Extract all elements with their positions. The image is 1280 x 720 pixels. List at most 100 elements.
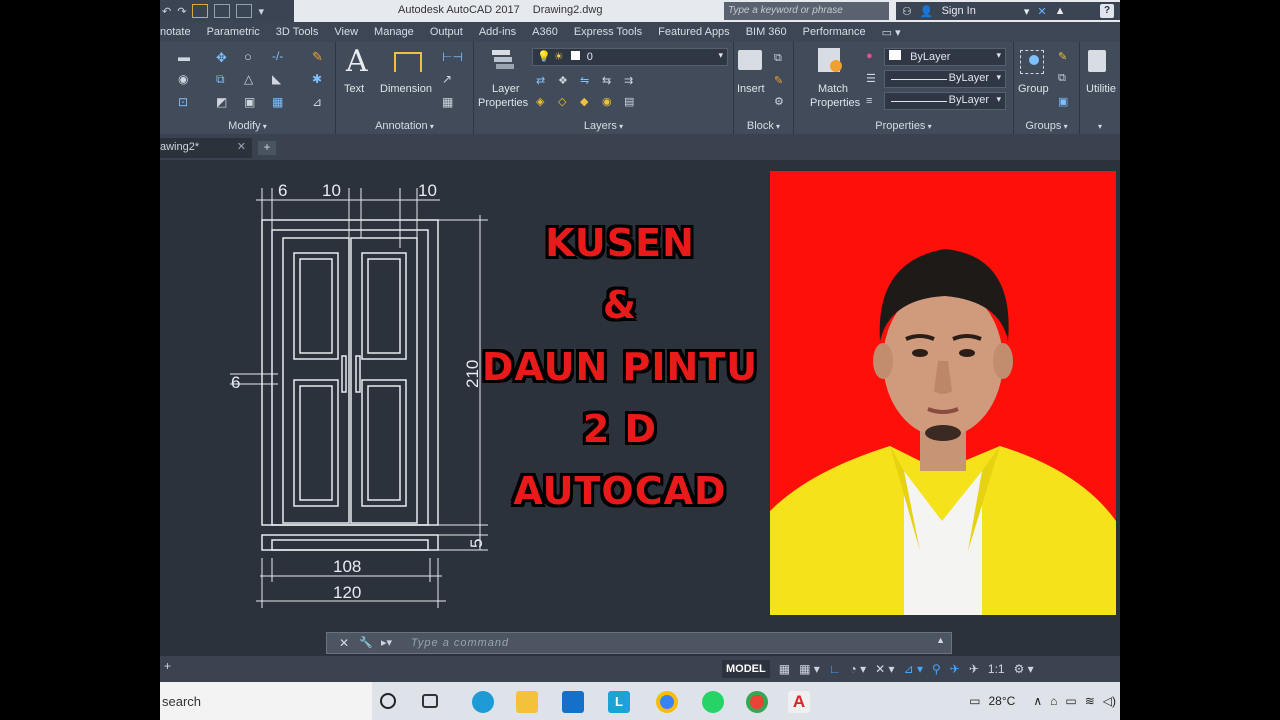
grid-icon[interactable]: ▦ <box>779 662 790 676</box>
layer-properties-label-1[interactable]: Layer <box>492 82 520 96</box>
dimension-icon[interactable] <box>394 52 422 72</box>
tab-manage[interactable]: Manage <box>366 26 422 38</box>
tab-view[interactable]: View <box>326 26 366 38</box>
match-label-1[interactable]: Match <box>818 82 848 96</box>
weather-icon[interactable]: ▭ <box>969 694 980 708</box>
layer-dropdown[interactable]: 💡 ☀ 0 ▾ <box>532 48 728 66</box>
settings-gear-icon[interactable]: ⚙ ▾ <box>1014 662 1034 676</box>
edge-icon[interactable] <box>472 691 494 713</box>
edit-block-icon[interactable]: ✎ <box>774 74 787 87</box>
command-history-icon[interactable]: ▲ <box>936 635 945 645</box>
groups-panel-title[interactable]: Groups <box>1014 120 1079 132</box>
tab-featured-apps[interactable]: Featured Apps <box>650 26 738 38</box>
layer-tool-9-icon[interactable]: ◉ <box>602 95 615 108</box>
task-view-icon[interactable] <box>422 694 438 708</box>
modify-panel-title[interactable]: Modify <box>160 120 335 132</box>
create-block-icon[interactable]: ⧉ <box>774 52 787 64</box>
sign-in-link[interactable]: Sign In <box>942 5 976 17</box>
erase-icon[interactable]: ✎ <box>312 49 325 64</box>
scale-icon[interactable]: ▣ <box>244 95 257 109</box>
workspace-switch-icon[interactable]: ⚲ <box>932 662 941 676</box>
model-space-button[interactable]: MODEL <box>722 660 770 678</box>
block-panel-title[interactable]: Block <box>734 120 793 132</box>
insert-icon[interactable] <box>738 50 762 70</box>
rotate-icon[interactable]: ○ <box>244 49 257 64</box>
lineweight-dropdown[interactable]: ByLayer ▾ <box>884 92 1006 110</box>
linear-dim-icon[interactable]: ⊢⊣ <box>442 50 463 64</box>
layer-tool-7-icon[interactable]: ◇ <box>558 95 571 108</box>
task-view-circle-icon[interactable] <box>380 693 396 709</box>
layer-properties-icon[interactable] <box>492 50 514 72</box>
autocad-taskbar-icon[interactable]: A <box>788 691 810 713</box>
utilities-button-label[interactable]: Utilitie <box>1086 82 1116 96</box>
ribbon-toggle-icon[interactable]: ▭ ▾ <box>874 26 909 39</box>
search-input[interactable]: Type a keyword or phrase <box>724 2 889 20</box>
dimension-button-label[interactable]: Dimension <box>380 82 432 96</box>
annotation-monitor-icon[interactable]: ✈ <box>969 662 979 676</box>
tab-express-tools[interactable]: Express Tools <box>566 26 650 38</box>
tab-annotate[interactable]: notate <box>160 26 199 38</box>
tray-expand-icon[interactable]: ∧ <box>1033 694 1042 708</box>
a360-icon[interactable]: ▲ <box>1055 5 1066 17</box>
stretch-icon[interactable]: ◩ <box>216 95 229 109</box>
lineweight-icon[interactable]: ≡ <box>866 95 879 107</box>
temperature[interactable]: 28°C <box>989 694 1016 708</box>
mail-icon[interactable] <box>562 691 584 713</box>
layer-tool-10-icon[interactable]: ▤ <box>624 95 637 108</box>
wifi-icon[interactable]: ≋ <box>1085 694 1095 708</box>
tab-output[interactable]: Output <box>422 26 471 38</box>
whatsapp-icon[interactable] <box>702 691 724 713</box>
plot-icon[interactable] <box>192 4 209 18</box>
group-icon[interactable] <box>1020 50 1044 74</box>
annotation-scale-icon[interactable]: ⊿ ▾ <box>904 662 923 676</box>
layer-tool-3-icon[interactable]: ⇋ <box>580 74 593 87</box>
undo-icon[interactable]: ↶ <box>162 5 171 18</box>
text-icon[interactable]: A <box>346 44 368 79</box>
move-icon[interactable]: ✥ <box>216 50 229 65</box>
insert-button-label[interactable]: Insert <box>737 82 765 96</box>
group-edit-icon[interactable]: ⧉ <box>1058 72 1071 84</box>
group-select-icon[interactable]: ▣ <box>1058 95 1071 108</box>
tab-add-ins[interactable]: Add-ins <box>471 26 524 38</box>
ortho-icon[interactable]: ∟ <box>829 662 841 676</box>
exchange-icon[interactable]: ✕ <box>1037 5 1046 18</box>
tab-a360[interactable]: A360 <box>524 26 566 38</box>
region-icon[interactable]: ◉ <box>178 72 191 86</box>
tab-bim-360[interactable]: BIM 360 <box>738 26 795 38</box>
layer-tool-6-icon[interactable]: ◈ <box>536 95 549 108</box>
redo-icon[interactable]: ↷ <box>177 5 186 18</box>
workspace-icon[interactable] <box>236 4 253 18</box>
layer-tool-2-icon[interactable]: ❖ <box>558 74 571 87</box>
properties-panel-title[interactable]: Properties <box>794 120 1013 132</box>
qat-dropdown-icon[interactable]: ▾ <box>258 5 264 18</box>
block-attr-icon[interactable]: ⚙ <box>774 95 787 108</box>
group-button-label[interactable]: Group <box>1018 82 1049 96</box>
copy-icon[interactable]: ⧉ <box>216 72 229 86</box>
ungroup-icon[interactable]: ✎ <box>1058 50 1071 63</box>
utilities-dropdown-icon[interactable] <box>1080 120 1120 132</box>
leader-icon[interactable]: ↗ <box>442 72 455 86</box>
hatch-icon[interactable]: ▬ <box>178 50 191 64</box>
fillet-icon[interactable]: ◣ <box>272 72 285 86</box>
volume-icon[interactable]: ◁) <box>1103 694 1116 708</box>
layer-properties-label-2[interactable]: Properties <box>478 96 528 110</box>
share-icon[interactable] <box>214 4 231 18</box>
usb-icon[interactable]: ⌂ <box>1050 694 1057 708</box>
close-tab-icon[interactable]: ✕ <box>237 140 246 153</box>
color-wheel-icon[interactable]: ● <box>866 50 879 62</box>
text-button-label[interactable]: Text <box>344 82 364 96</box>
customize-icon[interactable]: 🔧 <box>359 636 373 649</box>
explode-icon[interactable]: ✱ <box>312 72 325 86</box>
array-icon[interactable]: ▦ <box>272 95 285 109</box>
layer-tool-8-icon[interactable]: ◆ <box>580 95 593 108</box>
command-prompt-icon[interactable]: ▸▾ <box>381 636 392 649</box>
launcher-icon[interactable]: L <box>608 691 630 713</box>
help-button[interactable]: ? <box>1100 4 1114 18</box>
match-properties-icon[interactable] <box>818 48 842 72</box>
taskbar-search[interactable]: search <box>160 682 372 720</box>
chrome-2-icon[interactable] <box>746 691 768 713</box>
mirror-icon[interactable]: △ <box>244 72 257 86</box>
offset-icon[interactable]: ⊿ <box>312 95 325 109</box>
tab-performance[interactable]: Performance <box>795 26 874 38</box>
annotation-panel-title[interactable]: Annotation <box>336 120 473 132</box>
